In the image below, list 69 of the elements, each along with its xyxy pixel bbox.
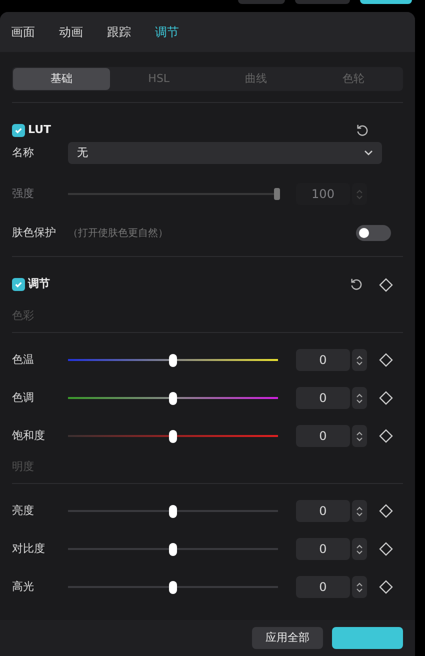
- field-label: 色温: [12, 352, 35, 368]
- number-field[interactable]: 0: [296, 349, 350, 371]
- field-label: 高光: [12, 578, 35, 595]
- field-label: 对比度: [12, 540, 46, 557]
- tab[interactable]: 画面: [11, 23, 35, 41]
- stepper-arrows-icon: [356, 506, 363, 516]
- section-title: LUT: [28, 122, 52, 138]
- slider-track[interactable]: [68, 188, 278, 200]
- group-label: 明度: [12, 458, 34, 475]
- slider-thumb[interactable]: [169, 542, 177, 556]
- check-icon: [14, 126, 23, 135]
- hint-text: （打开使肤色更自然）: [68, 226, 168, 240]
- slider-track[interactable]: [68, 430, 278, 442]
- field-label: 色调: [12, 390, 35, 406]
- check-icon: [14, 280, 23, 289]
- group-label: 色彩: [12, 308, 34, 324]
- stepper-button[interactable]: [352, 349, 367, 371]
- reset-icon[interactable]: [356, 124, 369, 137]
- field-label: 肤色保护: [12, 224, 57, 241]
- toolbar-button[interactable]: [360, 0, 412, 4]
- field-label: 饱和度: [12, 428, 46, 444]
- tab[interactable]: 动画: [59, 23, 83, 41]
- slider-thumb[interactable]: [169, 392, 177, 404]
- checkbox[interactable]: [12, 278, 25, 291]
- stepper-button[interactable]: [352, 500, 367, 522]
- stepper-arrows-icon: [356, 430, 363, 442]
- slider-track[interactable]: [68, 505, 278, 517]
- keyframe-diamond-icon[interactable]: [379, 429, 393, 443]
- slider-track[interactable]: [68, 392, 278, 404]
- chevron-down-icon: [364, 150, 373, 156]
- field-label: 强度: [12, 186, 35, 202]
- stepper-arrows-icon: [356, 582, 363, 592]
- stepper-button[interactable]: [352, 425, 367, 447]
- slider-track[interactable]: [68, 543, 278, 555]
- stepper-button[interactable]: [352, 538, 367, 560]
- stepper-arrows-icon: [356, 354, 363, 366]
- keyframe-diamond-icon[interactable]: [379, 580, 393, 594]
- stepper-button[interactable]: [352, 387, 367, 409]
- number-field[interactable]: 0: [296, 387, 350, 409]
- tab[interactable]: 跟踪: [107, 23, 131, 41]
- number-field[interactable]: 0: [296, 538, 350, 560]
- segment-tab[interactable]: 基础: [13, 68, 110, 90]
- toggle-switch[interactable]: [356, 225, 391, 241]
- slider-track[interactable]: [68, 354, 278, 366]
- keyframe-diamond-icon[interactable]: [379, 504, 393, 518]
- number-field[interactable]: 0: [296, 576, 350, 598]
- keyframe-diamond-icon[interactable]: [379, 391, 393, 405]
- keyframe-diamond-icon[interactable]: [379, 542, 393, 556]
- slider-thumb[interactable]: [169, 354, 177, 366]
- keyframe-diamond-icon[interactable]: [379, 278, 393, 292]
- keyframe-diamond-icon[interactable]: [379, 353, 393, 367]
- field-label: 亮度: [12, 502, 35, 519]
- stepper-arrows-icon: [356, 392, 363, 404]
- number-field[interactable]: 0: [296, 425, 350, 447]
- slider-track[interactable]: [68, 581, 278, 593]
- slider-thumb[interactable]: [169, 580, 177, 594]
- reset-icon[interactable]: [350, 278, 363, 291]
- stepper-arrows-icon: [356, 188, 363, 200]
- tab[interactable]: 调节: [155, 23, 179, 41]
- slider-thumb[interactable]: [169, 430, 177, 442]
- stepper-arrows-icon: [356, 544, 363, 554]
- slider-thumb[interactable]: [169, 504, 177, 518]
- dropdown[interactable]: 无: [68, 142, 382, 164]
- section-title: 调节: [28, 276, 50, 292]
- number-field[interactable]: 0: [296, 500, 350, 522]
- stepper-button[interactable]: [352, 576, 367, 598]
- apply-all-button[interactable]: 应用全部: [252, 627, 323, 649]
- field-label: 名称: [12, 144, 35, 161]
- checkbox[interactable]: [12, 124, 25, 137]
